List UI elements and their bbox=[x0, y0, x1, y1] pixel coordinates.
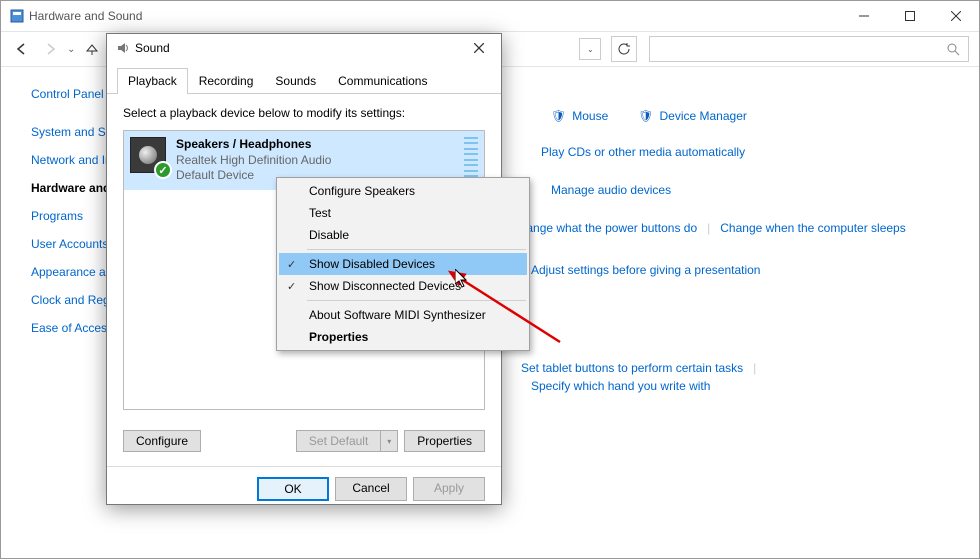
link-mouse[interactable]: 🛡Mouse bbox=[551, 109, 608, 123]
device-driver: Realtek High Definition Audio bbox=[176, 153, 454, 169]
instruction-text: Select a playback device below to modify… bbox=[123, 106, 485, 120]
recent-dropdown[interactable]: ⌄ bbox=[67, 44, 75, 55]
ctx-separator bbox=[307, 300, 526, 301]
tab-sounds[interactable]: Sounds bbox=[264, 68, 327, 94]
link-manage-audio[interactable]: Manage audio devices bbox=[551, 183, 671, 197]
sound-icon bbox=[115, 40, 131, 56]
ctx-disable[interactable]: Disable bbox=[279, 224, 527, 246]
level-meter bbox=[464, 137, 478, 177]
address-dropdown[interactable]: ⌄ bbox=[579, 38, 601, 60]
properties-button[interactable]: Properties bbox=[404, 430, 485, 452]
maximize-button[interactable] bbox=[887, 1, 933, 31]
link-sleep[interactable]: Change when the computer sleeps bbox=[720, 221, 905, 235]
shield-icon: 🛡 bbox=[551, 109, 566, 123]
ctx-separator bbox=[307, 249, 526, 250]
forward-button[interactable] bbox=[39, 38, 61, 60]
ok-button[interactable]: OK bbox=[257, 477, 329, 501]
control-panel-icon bbox=[9, 8, 25, 24]
list-button-row: Configure Set Default ▾ Properties bbox=[107, 422, 501, 466]
minimize-button[interactable] bbox=[841, 1, 887, 31]
refresh-button[interactable] bbox=[611, 36, 637, 62]
link-power-buttons[interactable]: Change what the power buttons do bbox=[511, 221, 697, 235]
tab-playback[interactable]: Playback bbox=[117, 68, 188, 94]
link-tablet-buttons[interactable]: Set tablet buttons to perform certain ta… bbox=[521, 361, 743, 375]
link-handedness[interactable]: Specify which hand you write with bbox=[531, 379, 710, 393]
link-autoplay[interactable]: Play Play CDs or other media automatical… bbox=[541, 145, 745, 159]
ctx-about-midi[interactable]: About Software MIDI Synthesizer bbox=[279, 304, 527, 326]
device-name: Speakers / Headphones bbox=[176, 137, 454, 153]
set-default-button[interactable]: Set Default ▾ bbox=[296, 430, 398, 452]
search-icon bbox=[946, 42, 960, 56]
search-input[interactable] bbox=[649, 36, 969, 62]
tab-recording[interactable]: Recording bbox=[188, 68, 265, 94]
apply-button[interactable]: Apply bbox=[413, 477, 485, 501]
cursor-icon bbox=[455, 269, 471, 289]
link-device-manager[interactable]: 🛡Device Manager bbox=[638, 109, 747, 123]
link-presentation[interactable]: Adjust settings before giving a presenta… bbox=[531, 263, 760, 277]
check-icon: ✓ bbox=[287, 280, 296, 293]
dialog-title: Sound bbox=[131, 41, 465, 55]
titlebar: Hardware and Sound bbox=[1, 1, 979, 31]
default-check-icon: ✓ bbox=[154, 161, 172, 179]
close-button[interactable] bbox=[933, 1, 979, 31]
cancel-button[interactable]: Cancel bbox=[335, 477, 407, 501]
configure-button[interactable]: Configure bbox=[123, 430, 201, 452]
up-button[interactable] bbox=[81, 38, 103, 60]
dialog-bottom-row: OK Cancel Apply bbox=[107, 466, 501, 511]
tabs: Playback Recording Sounds Communications bbox=[107, 62, 501, 94]
window-title: Hardware and Sound bbox=[25, 9, 841, 23]
ctx-configure-speakers[interactable]: Configure Speakers bbox=[279, 180, 527, 202]
ctx-show-disconnected[interactable]: ✓Show Disconnected Devices bbox=[279, 275, 527, 297]
ctx-show-disabled[interactable]: ✓Show Disabled Devices bbox=[279, 253, 527, 275]
back-button[interactable] bbox=[11, 38, 33, 60]
tab-communications[interactable]: Communications bbox=[327, 68, 438, 94]
window-buttons bbox=[841, 1, 979, 31]
ctx-properties[interactable]: Properties bbox=[279, 326, 527, 348]
shield-icon: 🛡 bbox=[638, 109, 653, 123]
dialog-close-button[interactable] bbox=[465, 34, 493, 62]
chevron-down-icon[interactable]: ▾ bbox=[380, 430, 398, 452]
dialog-titlebar: Sound bbox=[107, 34, 501, 62]
context-menu: Configure Speakers Test Disable ✓Show Di… bbox=[276, 177, 530, 351]
check-icon: ✓ bbox=[287, 258, 296, 271]
ctx-test[interactable]: Test bbox=[279, 202, 527, 224]
